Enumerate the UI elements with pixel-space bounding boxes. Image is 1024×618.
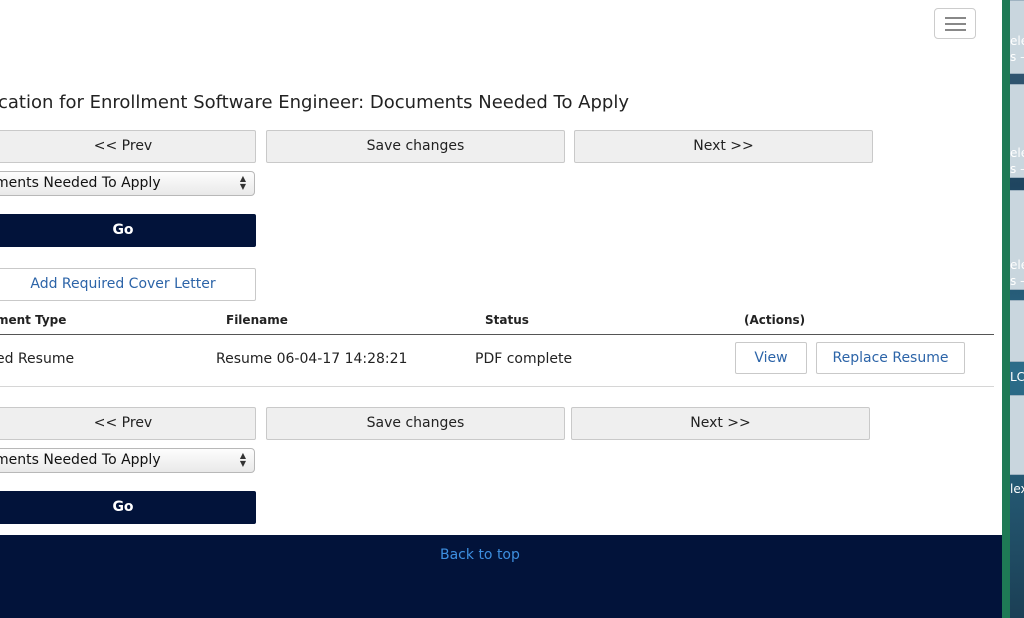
- filename-cell: Resume 06-04-17 14:28:21: [216, 351, 408, 367]
- desktop-file-label: s –: [1010, 274, 1024, 288]
- desktop-file-thumbnail[interactable]: [1010, 395, 1024, 475]
- next-button-bottom[interactable]: Next >>: [571, 407, 870, 440]
- replace-resume-button[interactable]: Replace Resume: [816, 342, 965, 374]
- page-title: cation for Enrollment Software Engineer:…: [0, 92, 630, 113]
- next-button[interactable]: Next >>: [574, 130, 873, 163]
- prev-button[interactable]: << Prev: [0, 130, 256, 163]
- column-header-status: Status: [485, 313, 529, 327]
- save-changes-button[interactable]: Save changes: [266, 130, 565, 163]
- section-select-bottom[interactable]: ments Needed To Apply ▲ ▼: [0, 448, 255, 473]
- column-header-type: ment Type: [0, 313, 67, 327]
- go-button[interactable]: Go: [0, 214, 256, 247]
- view-button[interactable]: View: [735, 342, 807, 374]
- desktop-file-label: ele: [1010, 34, 1024, 48]
- footer: Back to top: [0, 535, 1002, 618]
- prev-button-bottom[interactable]: << Prev: [0, 407, 256, 440]
- hamburger-menu-icon: [945, 29, 966, 31]
- status-cell: PDF complete: [475, 351, 573, 367]
- hamburger-menu-button[interactable]: [934, 8, 976, 39]
- select-arrows-icon: ▲ ▼: [239, 451, 246, 468]
- hamburger-menu-icon: [945, 17, 966, 19]
- desktop-file-label: s –: [1010, 50, 1024, 64]
- select-arrows-icon: ▲ ▼: [239, 174, 246, 191]
- desktop-background-strip: ele s – ele s – ele s – LC lex: [1002, 0, 1024, 618]
- desktop-file-thumbnail[interactable]: [1010, 300, 1024, 362]
- go-button-bottom[interactable]: Go: [0, 491, 256, 524]
- column-header-actions: (Actions): [744, 313, 806, 327]
- document-type-cell: ed Resume: [0, 351, 75, 367]
- save-changes-button-bottom[interactable]: Save changes: [266, 407, 565, 440]
- desktop-file-label: lex: [1010, 482, 1024, 496]
- back-to-top-link[interactable]: Back to top: [440, 547, 520, 563]
- desktop-file-label: ele: [1010, 258, 1024, 272]
- section-select-value: ments Needed To Apply: [0, 452, 161, 468]
- table-row-divider: [0, 386, 994, 387]
- desktop-file-label: s –: [1010, 162, 1024, 176]
- window-edge: [1002, 0, 1010, 618]
- section-select[interactable]: ments Needed To Apply ▲ ▼: [0, 171, 255, 196]
- column-header-filename: Filename: [226, 313, 288, 327]
- desktop-file-label: LC: [1010, 370, 1024, 384]
- hamburger-menu-icon: [945, 23, 966, 25]
- application-page: cation for Enrollment Software Engineer:…: [0, 0, 1002, 618]
- section-select-value: ments Needed To Apply: [0, 175, 161, 191]
- add-cover-letter-button[interactable]: Add Required Cover Letter: [0, 268, 256, 301]
- desktop-file-label: ele: [1010, 146, 1024, 160]
- table-header-divider: [0, 334, 994, 335]
